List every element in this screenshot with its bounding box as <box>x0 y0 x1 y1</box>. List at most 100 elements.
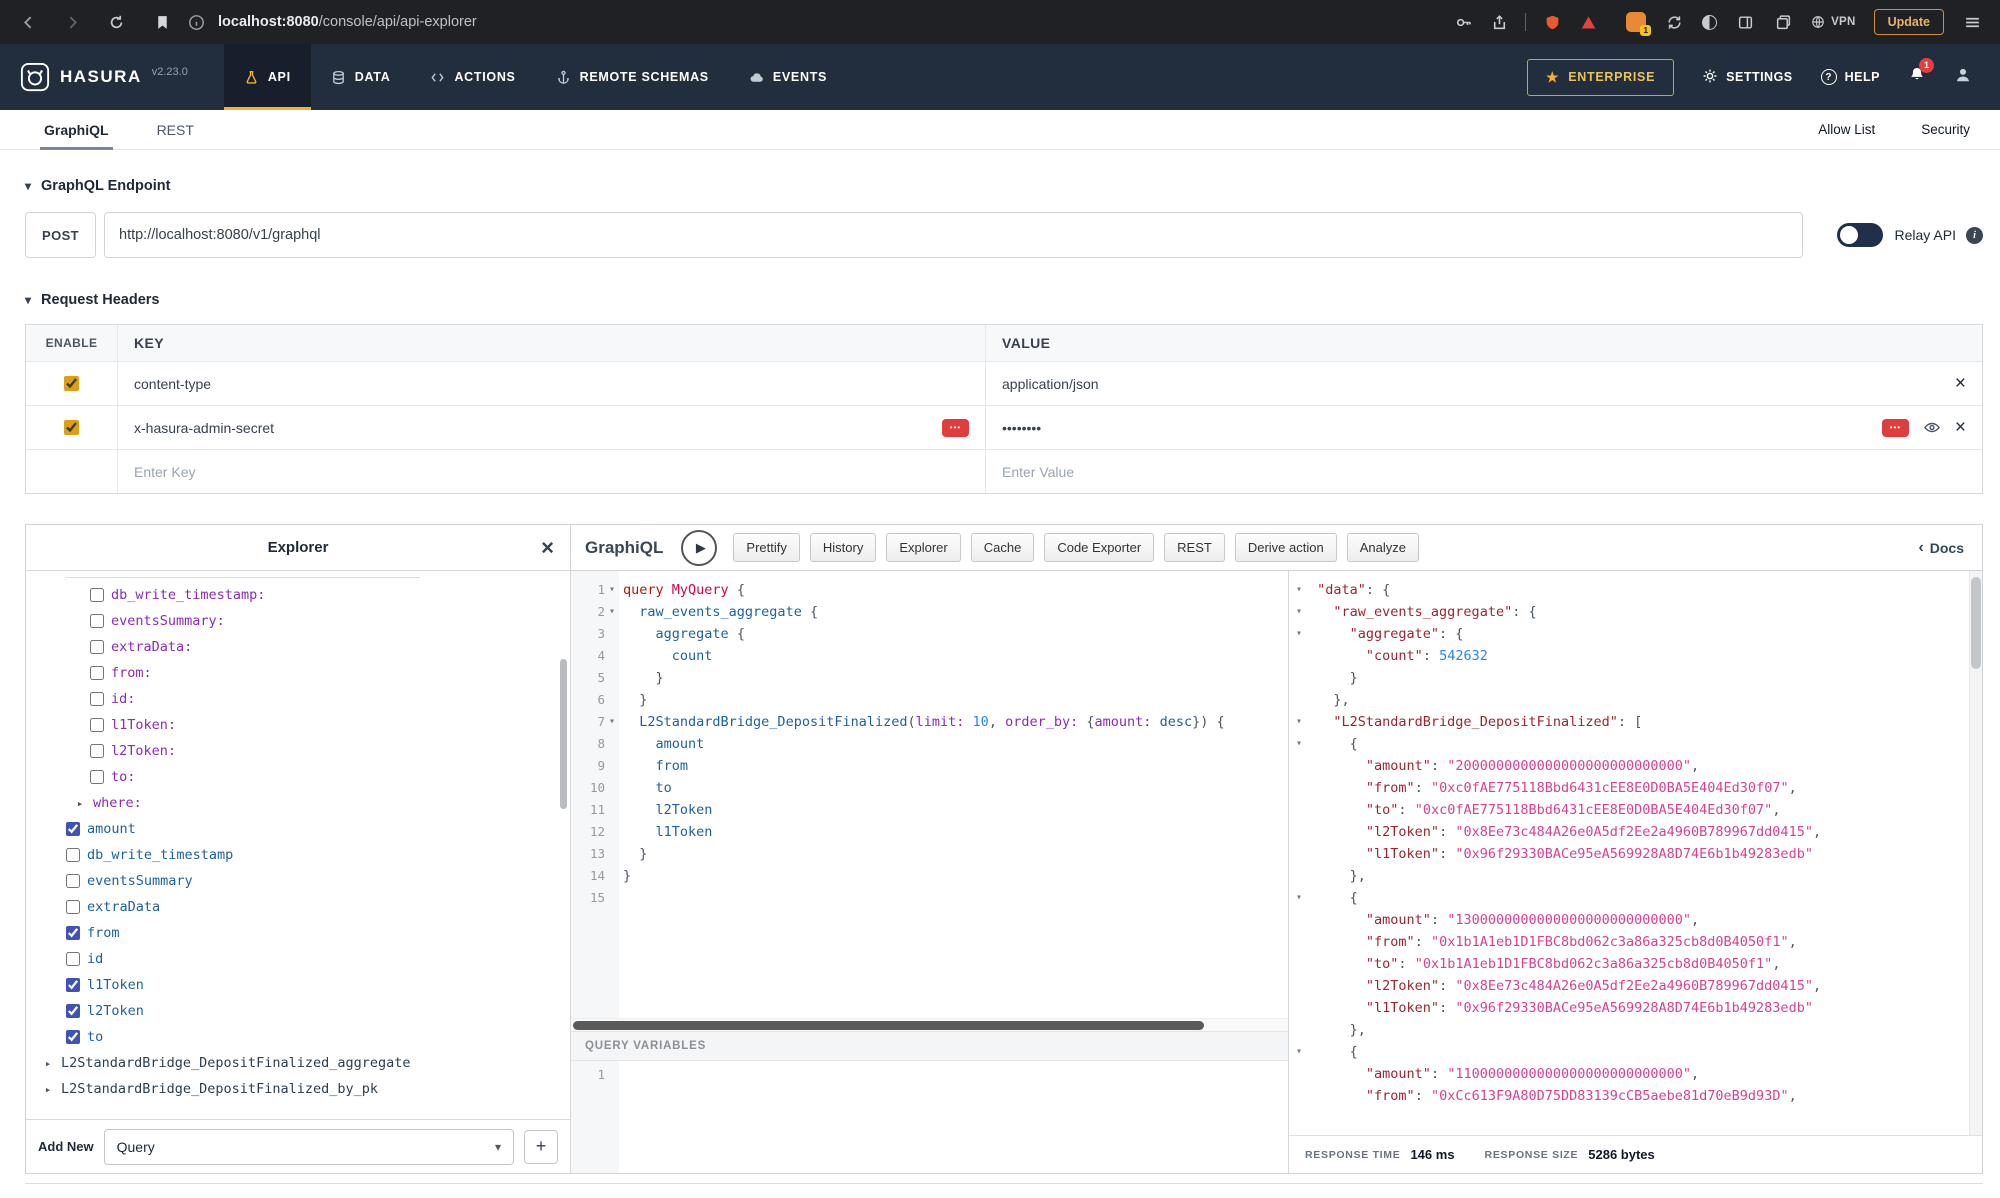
cache-button[interactable]: Cache <box>971 533 1035 562</box>
hscrollbar-thumb[interactable] <box>573 1021 1204 1030</box>
explorer-item[interactable]: from <box>26 920 570 946</box>
query-editor[interactable]: 1▾query MyQuery {2▾ raw_events_aggregate… <box>571 571 1288 1018</box>
fold-arrow-icon[interactable]: ▾ <box>1289 887 1309 909</box>
explorer-scrollbar[interactable] <box>560 659 567 809</box>
field-checkbox[interactable] <box>90 666 104 680</box>
tab-rest[interactable]: REST <box>153 110 198 149</box>
new-value-input[interactable] <box>1002 464 1966 480</box>
rest-button[interactable]: REST <box>1164 533 1225 562</box>
explorer-item[interactable]: ▸L2StandardBridge_DepositFinalized_by_pk <box>26 1076 570 1102</box>
code-exporter-button[interactable]: Code Exporter <box>1044 533 1154 562</box>
response-viewer[interactable]: ▾ "data": {▾ "raw_events_aggregate": {▾ … <box>1289 571 1969 1135</box>
profile-button[interactable] <box>1954 66 1972 89</box>
fold-arrow-icon[interactable]: ▾ <box>605 579 619 601</box>
explorer-item[interactable]: ▸where: <box>26 790 570 816</box>
explorer-item[interactable]: extraData: <box>26 634 570 660</box>
prettify-button[interactable]: Prettify <box>733 533 799 562</box>
update-button[interactable]: Update <box>1874 9 1944 35</box>
hasura-logo[interactable]: HASURA v2.23.0 <box>0 44 208 110</box>
chevron-down-icon[interactable] <box>25 293 31 307</box>
explorer-item[interactable]: l1Token <box>26 972 570 998</box>
history-button[interactable]: History <box>810 533 876 562</box>
enterprise-button[interactable]: ENTERPRISE <box>1527 59 1674 96</box>
field-checkbox[interactable] <box>90 770 104 784</box>
extension-icon[interactable]: 1 <box>1626 12 1646 32</box>
expand-arrow-icon[interactable]: ▸ <box>74 797 86 810</box>
nav-item-api[interactable]: API <box>224 44 311 110</box>
explorer-item[interactable]: eventsSummary: <box>26 608 570 634</box>
header-key[interactable]: x-hasura-admin-secret <box>134 420 274 436</box>
add-query-button[interactable] <box>524 1130 558 1164</box>
explorer-item[interactable]: db_write_timestamp: <box>26 582 570 608</box>
key-icon[interactable] <box>1453 12 1473 32</box>
fold-arrow-icon[interactable]: ▾ <box>1289 579 1309 601</box>
header-key[interactable]: content-type <box>134 376 211 392</box>
remove-header-button[interactable] <box>1955 418 1966 437</box>
header-enable-checkbox[interactable] <box>64 376 79 391</box>
field-checkbox[interactable] <box>90 718 104 732</box>
derive-action-button[interactable]: Derive action <box>1235 533 1337 562</box>
expand-arrow-icon[interactable]: ▸ <box>42 1083 54 1096</box>
fold-arrow-icon[interactable]: ▾ <box>1289 733 1309 755</box>
site-info-icon[interactable] <box>186 12 206 32</box>
back-button[interactable] <box>18 12 38 32</box>
query-type-select[interactable]: Query <box>104 1129 514 1165</box>
new-key-input[interactable] <box>134 464 969 480</box>
explorer-item[interactable]: ▸L2StandardBridge_DepositFinalized_aggre… <box>26 1050 570 1076</box>
shield-icon[interactable] <box>1542 12 1562 32</box>
password-manager-badge[interactable] <box>942 419 969 437</box>
field-checkbox[interactable] <box>90 692 104 706</box>
field-checkbox[interactable] <box>90 640 104 654</box>
vscrollbar-thumb[interactable] <box>1971 577 1981 669</box>
query-variables-editor[interactable]: 1 <box>571 1061 1288 1173</box>
sidebar-icon[interactable] <box>1735 12 1755 32</box>
docs-button[interactable]: Docs <box>1918 539 1968 557</box>
explorer-item[interactable]: id <box>26 946 570 972</box>
address-bar[interactable]: localhost:8080/console/api/api-explorer <box>186 12 1598 32</box>
field-checkbox[interactable] <box>90 588 104 602</box>
analyze-button[interactable]: Analyze <box>1347 533 1419 562</box>
help-button[interactable]: HELP <box>1821 69 1880 85</box>
header-enable-checkbox[interactable] <box>64 420 79 435</box>
field-checkbox[interactable] <box>66 978 80 992</box>
field-checkbox[interactable] <box>66 952 80 966</box>
explorer-item[interactable]: eventsSummary <box>26 868 570 894</box>
link-allow-list[interactable]: Allow List <box>1818 122 1875 137</box>
fold-arrow-icon[interactable]: ▾ <box>1289 1041 1309 1063</box>
execute-button[interactable] <box>681 530 717 566</box>
info-icon[interactable] <box>1966 227 1983 244</box>
chevron-down-icon[interactable] <box>25 179 31 193</box>
nav-item-data[interactable]: DATA <box>311 44 411 110</box>
explorer-item[interactable]: from: <box>26 660 570 686</box>
explorer-button[interactable]: Explorer <box>886 533 960 562</box>
reload-button[interactable] <box>106 12 126 32</box>
share-icon[interactable] <box>1489 12 1509 32</box>
explorer-item[interactable]: id: <box>26 686 570 712</box>
sync-icon[interactable] <box>1664 12 1684 32</box>
vpn-indicator[interactable]: VPN <box>1811 15 1856 29</box>
header-value[interactable]: application/json <box>1002 376 1099 392</box>
fold-arrow-icon[interactable]: ▾ <box>1289 601 1309 623</box>
explorer-item[interactable]: to <box>26 1024 570 1050</box>
notifications-button[interactable]: 1 <box>1908 66 1926 89</box>
close-explorer-button[interactable] <box>541 537 554 559</box>
remove-header-button[interactable] <box>1955 374 1966 393</box>
reveal-eye-icon[interactable] <box>1923 421 1941 434</box>
field-checkbox[interactable] <box>66 822 80 836</box>
theme-icon[interactable] <box>1702 15 1717 30</box>
explorer-item[interactable]: l2Token <box>26 998 570 1024</box>
field-checkbox[interactable] <box>90 744 104 758</box>
menu-icon[interactable] <box>1962 12 1982 32</box>
fold-arrow-icon[interactable]: ▾ <box>1289 623 1309 645</box>
nav-item-events[interactable]: EVENTS <box>729 44 847 110</box>
forward-button[interactable] <box>62 12 82 32</box>
nav-item-actions[interactable]: ACTIONS <box>410 44 535 110</box>
field-checkbox[interactable] <box>66 1004 80 1018</box>
field-checkbox[interactable] <box>66 848 80 862</box>
explorer-item[interactable]: l2Token: <box>26 738 570 764</box>
explorer-item[interactable]: to: <box>26 764 570 790</box>
expand-arrow-icon[interactable]: ▸ <box>42 1057 54 1070</box>
explorer-item[interactable]: l1Token: <box>26 712 570 738</box>
header-value-masked[interactable]: •••••••• <box>1002 420 1041 436</box>
nav-item-remote-schemas[interactable]: REMOTE SCHEMAS <box>536 44 729 110</box>
